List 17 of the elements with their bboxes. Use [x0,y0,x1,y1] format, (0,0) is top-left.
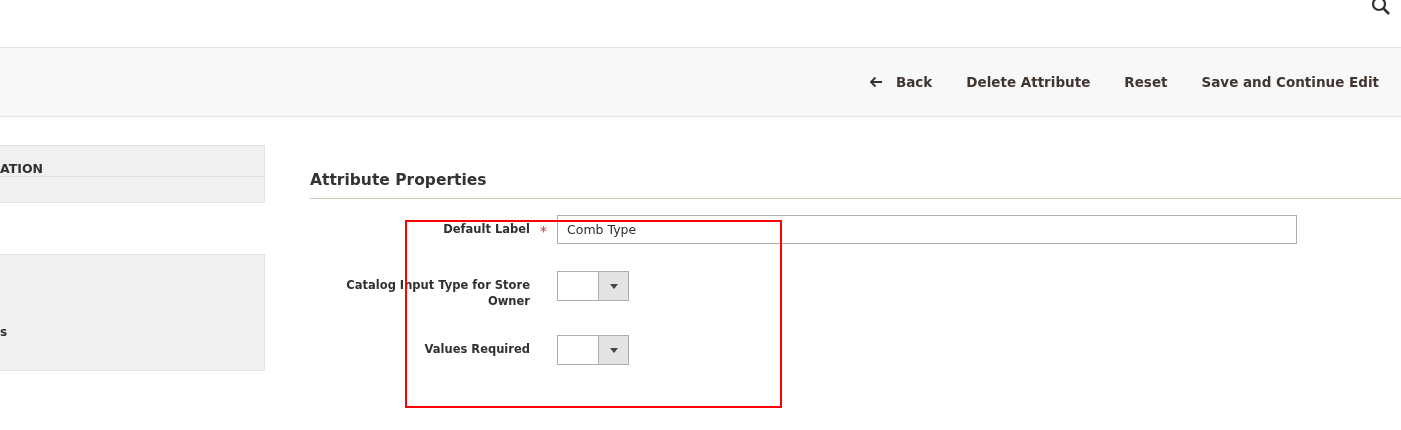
required-mark: * [540,223,547,239]
section-title: Attribute Properties [310,171,1401,199]
search-icon[interactable] [1371,0,1391,16]
field-label: Values Required [423,341,530,357]
sidebar-link[interactable]: s [0,325,8,339]
back-button[interactable]: Back [858,68,943,96]
input-field[interactable]: Comb Type [557,215,1297,244]
action-button[interactable]: Delete Attribute [956,68,1101,96]
sidebar-tab[interactable]: ATION [0,161,43,176]
dropdown-field[interactable] [557,335,629,365]
caret-icon [609,347,618,353]
field-label: Default Label [442,221,530,237]
action-button[interactable]: Save and Continue Edit [1191,68,1389,96]
action-button[interactable]: Reset [1114,68,1178,96]
left-arrow-icon [868,76,883,88]
caret-icon [609,283,618,289]
dropdown-field[interactable] [557,271,629,301]
